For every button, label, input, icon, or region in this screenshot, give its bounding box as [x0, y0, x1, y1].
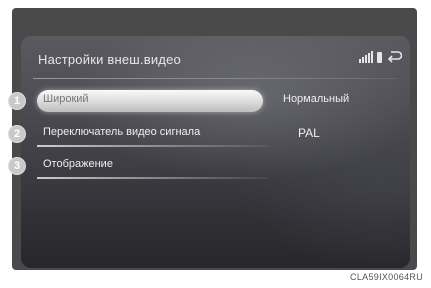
callout-marker-2: 2 — [8, 125, 26, 143]
menu-item-label: Переключатель видео сигнала — [43, 126, 201, 138]
menu-item-label: Отображение — [43, 158, 113, 170]
figure-code: CLA59IX0064RU — [350, 272, 423, 282]
menu-item-display[interactable]: Отображение — [21, 153, 410, 179]
title-divider — [33, 78, 397, 79]
button-underline — [37, 177, 269, 179]
back-icon[interactable] — [386, 50, 402, 63]
status-bar — [359, 50, 402, 63]
menu-item-value: Нормальный — [283, 93, 350, 105]
menu-item-label: Широкий — [43, 93, 89, 105]
battery-icon — [377, 52, 382, 63]
menu-item-video-signal-switch[interactable]: Переключатель видео сигнала PAL — [21, 121, 410, 147]
button-underline — [37, 145, 269, 147]
menu-item-wide[interactable]: Широкий Нормальный — [21, 88, 410, 114]
page-title: Настройки внеш.видео — [38, 52, 181, 67]
signal-icon — [359, 51, 373, 63]
callout-marker-3: 3 — [8, 157, 26, 175]
external-video-settings-screen: Настройки внеш.видео Широкий Нормальный … — [21, 36, 410, 268]
menu-item-value: PAL — [298, 126, 320, 140]
callout-marker-1: 1 — [8, 92, 26, 110]
